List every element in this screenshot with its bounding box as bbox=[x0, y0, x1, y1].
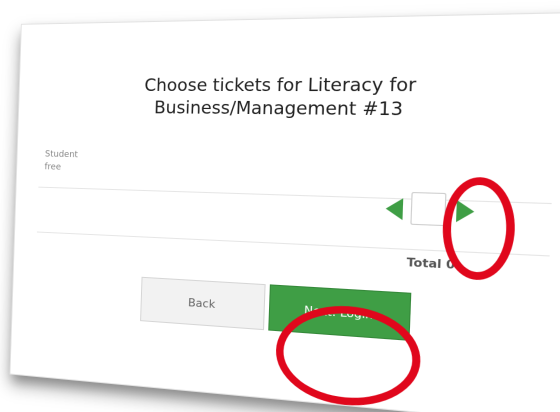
dialog-title: Choose tickets for Literacy for Business… bbox=[112, 73, 455, 122]
ticket-type-name: Student bbox=[45, 150, 78, 161]
next-login-button[interactable]: Next: Login bbox=[268, 284, 411, 340]
increase-quantity-button[interactable] bbox=[451, 198, 478, 226]
ticket-dialog: Choose tickets for Literacy for Business… bbox=[10, 12, 560, 412]
decrease-quantity-button[interactable] bbox=[382, 195, 408, 222]
right-arrow-icon bbox=[451, 198, 478, 226]
row-divider-bottom bbox=[37, 232, 550, 257]
quantity-stepper bbox=[382, 191, 481, 230]
left-arrow-icon bbox=[382, 195, 408, 222]
dialog-title-line1: Choose tickets for Literacy for bbox=[113, 73, 455, 97]
screenshot-stage: Choose tickets for Literacy for Business… bbox=[0, 0, 560, 412]
quantity-input[interactable] bbox=[410, 192, 446, 226]
ticket-type-price: free bbox=[44, 162, 61, 172]
order-total: Total 0 bbox=[406, 255, 455, 272]
dialog-title-line2: Business/Management #13 bbox=[112, 97, 454, 122]
back-button[interactable]: Back bbox=[140, 277, 266, 330]
